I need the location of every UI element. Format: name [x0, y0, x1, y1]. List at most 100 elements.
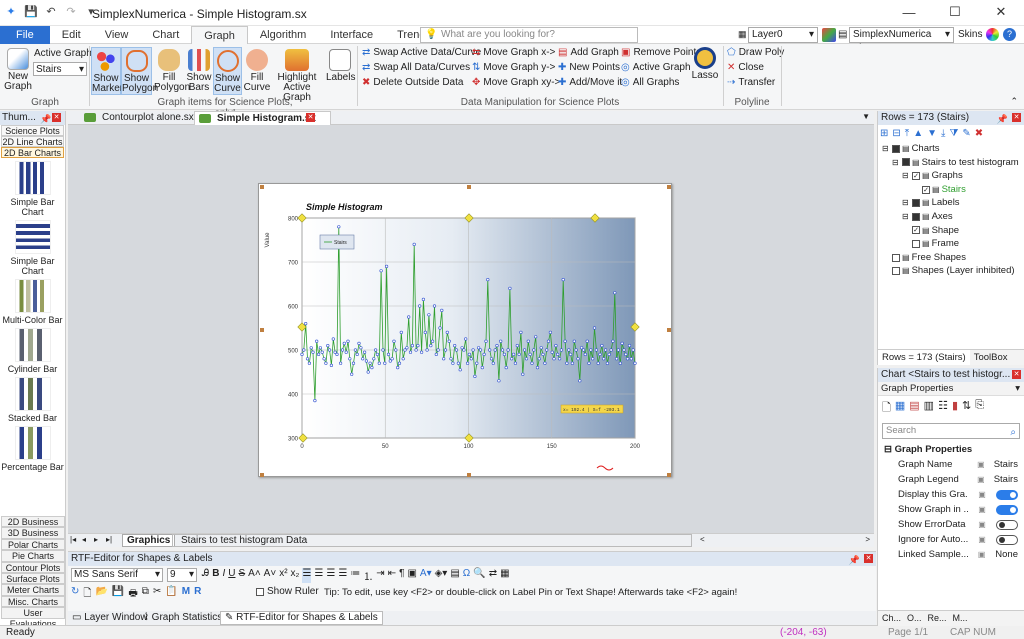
scroll-last-icon[interactable]: ▸| — [106, 535, 112, 544]
grow-font-icon[interactable]: A˄ — [248, 568, 261, 583]
data-point[interactable] — [592, 326, 597, 330]
category-2d-business[interactable]: 2D Business — [1, 516, 65, 528]
data-point[interactable] — [355, 352, 359, 356]
scroll-next-icon[interactable]: ▸ — [94, 535, 98, 544]
data-point[interactable] — [615, 357, 619, 361]
data-point[interactable] — [539, 346, 543, 350]
search-input[interactable]: What are you looking for? — [420, 27, 638, 43]
data-point[interactable] — [318, 346, 323, 350]
data-point[interactable] — [480, 366, 484, 370]
data-point[interactable] — [396, 366, 400, 370]
ribbon-tab-edit[interactable]: Edit — [50, 26, 93, 44]
data-point[interactable] — [627, 344, 632, 348]
data-point[interactable] — [333, 350, 337, 354]
data-point[interactable] — [534, 335, 538, 339]
italic-icon[interactable]: I — [222, 568, 225, 583]
data-point[interactable] — [495, 344, 499, 348]
data-point[interactable] — [591, 357, 595, 361]
show-polygon-button[interactable]: Show Polygon — [121, 47, 158, 95]
tree-expander-icon[interactable]: ⊟ — [892, 156, 900, 170]
data-point[interactable] — [581, 348, 586, 352]
page-handle[interactable] — [667, 473, 671, 477]
data-point[interactable] — [324, 361, 328, 365]
tree-node[interactable]: ✓ ▤ Shape — [880, 224, 1024, 238]
data-point[interactable] — [609, 348, 613, 352]
data-point[interactable] — [484, 339, 488, 343]
data-point[interactable] — [340, 348, 345, 352]
pin-icon[interactable]: 📌 — [40, 112, 51, 126]
property-row[interactable]: Show Graph in ... ▣ — [878, 502, 1024, 517]
delete-icon[interactable]: ✖ — [975, 128, 983, 139]
data-point[interactable] — [438, 326, 442, 330]
fill-color-icon[interactable]: ◈▾ — [435, 568, 448, 583]
data-point[interactable] — [397, 361, 402, 365]
data-point[interactable] — [510, 357, 514, 361]
page-handle[interactable] — [667, 185, 671, 189]
data-point[interactable] — [537, 357, 541, 361]
data-point[interactable] — [598, 352, 602, 356]
data-point[interactable] — [519, 330, 523, 334]
ribbon-tab-interface[interactable]: Interface — [318, 26, 385, 44]
property-toggle[interactable] — [996, 534, 1018, 545]
move-top-icon[interactable]: ⤒ — [905, 128, 909, 139]
property-edit-icon[interactable]: ▣ — [978, 490, 986, 499]
data-point[interactable] — [405, 346, 409, 350]
refresh-icon[interactable]: ↻ — [71, 586, 79, 603]
data-point[interactable] — [587, 361, 591, 365]
bold-icon[interactable]: B — [212, 568, 219, 583]
transfer-button[interactable]: ⇢ Transfer — [727, 77, 775, 88]
data-point[interactable] — [307, 361, 312, 365]
data-point[interactable] — [458, 368, 462, 372]
data-point[interactable] — [420, 350, 424, 354]
category-contour-plots[interactable]: Contour Plots — [1, 561, 65, 573]
properties-search-input[interactable]: Search — [882, 423, 1020, 439]
fill-polygon-button[interactable]: Fill Polygon — [154, 49, 190, 93]
thumbnail-item[interactable]: Stacked Bar — [0, 377, 65, 423]
undo-icon[interactable]: ↶ — [44, 5, 58, 19]
property-edit-icon[interactable]: ▣ — [977, 475, 985, 484]
data-point[interactable] — [456, 361, 460, 365]
rows-footer-tab[interactable]: Rows = 173 (Stairs) — [878, 350, 970, 365]
property-value[interactable]: Stairs — [994, 459, 1018, 470]
labels-button[interactable]: Labels — [326, 49, 355, 83]
category-polar-charts[interactable]: Polar Charts — [1, 538, 65, 551]
data-point[interactable] — [578, 379, 582, 383]
new-doc-icon[interactable]: 🗋 — [83, 586, 91, 603]
data-point[interactable] — [489, 357, 494, 361]
tree-checkbox[interactable] — [902, 158, 910, 167]
category-misc-charts[interactable]: Misc. Charts — [1, 595, 65, 608]
edit-icon[interactable]: ✎ — [962, 128, 970, 139]
ribbon-tab-chart[interactable]: Chart — [140, 26, 191, 44]
tree-node[interactable]: ⊟ ▤ Charts — [880, 142, 1024, 156]
data-point[interactable] — [337, 225, 341, 229]
data-point[interactable] — [364, 359, 368, 363]
sheet-tab-data[interactable]: Stairs to test histogram Data — [172, 534, 692, 547]
tree-expander-icon[interactable]: ⊟ — [902, 210, 910, 224]
data-point[interactable] — [486, 277, 490, 282]
image-icon[interactable]: ▦ — [500, 568, 509, 583]
data-point[interactable] — [431, 339, 435, 343]
data-point[interactable] — [381, 348, 385, 352]
strikethrough-icon[interactable]: S — [238, 568, 245, 583]
tree-checkbox[interactable] — [892, 253, 900, 262]
maximize-button[interactable]: ☐ — [932, 0, 978, 24]
data-point[interactable] — [631, 348, 635, 352]
data-point[interactable] — [585, 339, 589, 343]
tree-checkbox[interactable]: ✓ — [922, 185, 930, 194]
data-point[interactable] — [421, 297, 425, 301]
properties-section-select[interactable]: Graph Properties ▾ — [878, 382, 1024, 396]
new-points-button[interactable]: ✚ New Points — [558, 62, 620, 73]
font-size-select[interactable]: 9 ▾ — [167, 568, 197, 582]
tab-rtf-editor[interactable]: ✎ RTF-Editor for Shapes & Labels — [220, 611, 383, 625]
data-point[interactable] — [377, 361, 381, 365]
data-point[interactable] — [565, 361, 569, 365]
data-point[interactable] — [408, 350, 413, 354]
grid-icon[interactable]: ▥ — [924, 399, 934, 418]
outdent-icon[interactable]: ⇤ — [388, 568, 396, 583]
property-value[interactable]: None — [995, 549, 1018, 560]
show-bars-button[interactable]: Show Bars — [185, 49, 213, 93]
data-point[interactable] — [613, 291, 617, 295]
sort-icon[interactable]: ⇅ — [962, 399, 971, 418]
copy-icon[interactable]: ⧉ — [142, 586, 149, 603]
property-edit-icon[interactable]: ▣ — [978, 550, 986, 559]
